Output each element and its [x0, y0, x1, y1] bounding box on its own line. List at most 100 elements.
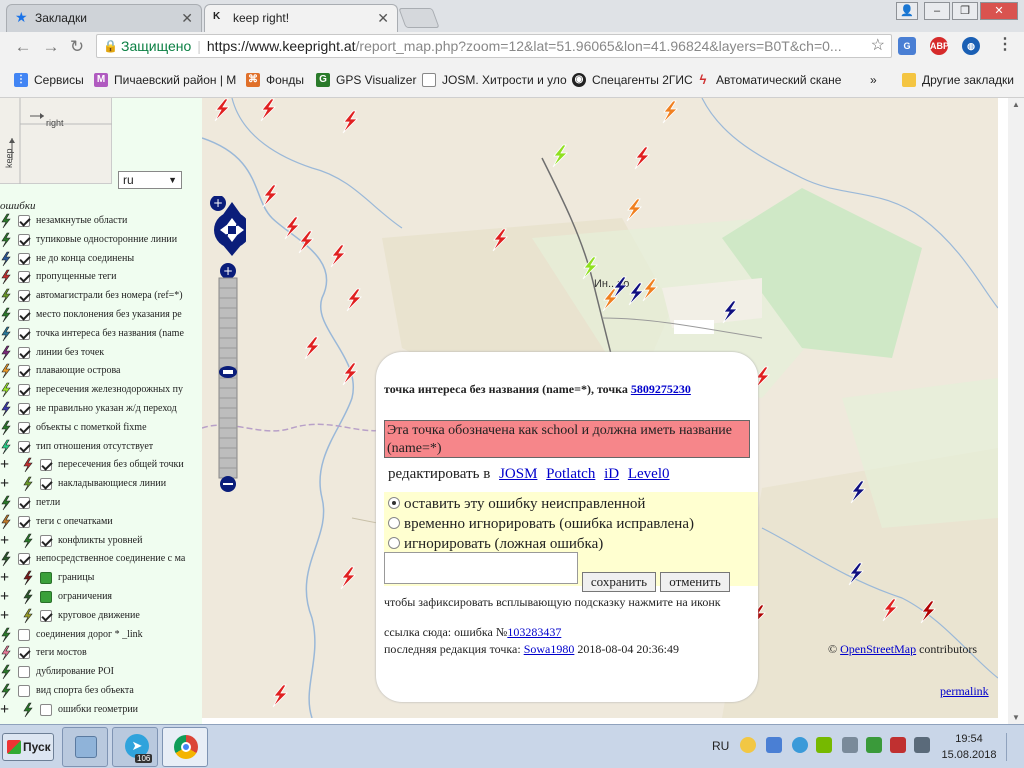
taskbar-telegram-app[interactable]: ➤ 106	[112, 727, 158, 767]
input-language-indicator[interactable]: RU	[712, 739, 729, 753]
error-type-checkbox[interactable]	[40, 534, 52, 547]
taskbar-chrome-app[interactable]	[162, 727, 208, 767]
bug-marker-icon[interactable]	[660, 100, 680, 124]
bug-marker-icon[interactable]	[580, 256, 600, 280]
bug-marker-icon[interactable]	[296, 230, 316, 254]
bug-marker-icon[interactable]	[550, 144, 570, 168]
error-type-checkbox[interactable]	[18, 403, 30, 415]
error-type-checkbox[interactable]	[18, 384, 30, 397]
bug-marker-icon[interactable]	[640, 278, 660, 302]
error-type-checkbox[interactable]	[40, 703, 52, 716]
menu-icon[interactable]: ⋮	[996, 37, 1014, 55]
permalink-link[interactable]: permalink	[940, 684, 989, 699]
globe-extension-icon[interactable]: ◍	[962, 37, 980, 55]
tab-bookmarks[interactable]: ★ Закладки ✕	[6, 4, 202, 32]
profile-icon[interactable]: 👤	[896, 2, 918, 20]
expand-icon[interactable]: +	[0, 607, 9, 625]
option-keep-open[interactable]: оставить эту ошибку неисправленной	[388, 494, 645, 514]
comment-textarea[interactable]	[384, 552, 578, 584]
error-type-checkbox[interactable]	[18, 553, 30, 566]
expand-icon[interactable]: +	[0, 456, 9, 474]
tray-app-icon[interactable]	[740, 737, 756, 753]
error-type-checkbox[interactable]	[18, 515, 30, 528]
error-type-checkbox[interactable]	[40, 459, 52, 472]
tray-display-icon[interactable]	[914, 737, 930, 753]
bookmark-services[interactable]: ⋮ Сервисы	[14, 70, 84, 90]
expand-icon[interactable]: +	[0, 569, 9, 587]
bug-marker-icon[interactable]	[490, 228, 510, 252]
error-type-checkbox[interactable]	[18, 666, 30, 679]
maximize-button[interactable]: ❐	[952, 2, 978, 20]
bookmark-other-folder[interactable]: Другие закладки	[902, 70, 1014, 90]
error-type-checkbox[interactable]	[40, 591, 52, 603]
error-type-checkbox[interactable]	[18, 346, 30, 359]
edit-id-link[interactable]: iD	[604, 466, 619, 482]
error-type-checkbox[interactable]	[40, 572, 52, 585]
bug-marker-icon[interactable]	[258, 98, 278, 122]
reload-icon[interactable]: ↻	[66, 37, 88, 57]
expand-icon[interactable]: +	[0, 588, 9, 606]
radio-button[interactable]	[388, 537, 400, 549]
edit-potlatch-link[interactable]: Potlatch	[546, 466, 595, 482]
bookmark-star-icon[interactable]: ☆	[871, 35, 885, 57]
close-tab-icon[interactable]: ✕	[181, 5, 193, 31]
bug-marker-icon[interactable]	[302, 336, 322, 360]
bookmarks-more-button[interactable]: »	[870, 70, 877, 90]
option-ignore-false-positive[interactable]: игнорировать (ложная ошибка)	[388, 534, 603, 554]
bug-marker-icon[interactable]	[624, 198, 644, 222]
tray-nvidia-icon[interactable]	[816, 737, 832, 753]
error-type-checkbox[interactable]	[18, 290, 30, 303]
page-scrollbar[interactable]: ▲ ▼	[1008, 98, 1024, 724]
close-window-button[interactable]: ✕	[980, 2, 1018, 20]
bookmark-josm-tricks[interactable]: JOSM. Хитрости и уло	[422, 70, 567, 90]
scroll-down-icon[interactable]: ▼	[1012, 713, 1020, 722]
language-select[interactable]: ru ▼	[118, 171, 182, 189]
error-type-checkbox[interactable]	[40, 609, 52, 622]
error-type-checkbox[interactable]	[18, 271, 30, 284]
show-desktop-button[interactable]	[1006, 733, 1022, 761]
bug-marker-icon[interactable]	[880, 598, 900, 622]
bug-marker-icon[interactable]	[338, 566, 358, 590]
bug-marker-icon[interactable]	[340, 362, 360, 386]
close-tab-icon[interactable]: ✕	[377, 5, 389, 31]
edit-level0-link[interactable]: Level0	[628, 466, 670, 482]
error-type-checkbox[interactable]	[18, 365, 30, 378]
bookmark-2gis-agents[interactable]: ◉ Спецагенты 2ГИС	[572, 70, 693, 90]
cancel-button[interactable]: отменить	[660, 572, 730, 592]
osm-link[interactable]: OpenStreetMap	[840, 642, 916, 656]
edit-josm-link[interactable]: JOSM	[499, 466, 537, 482]
bug-marker-icon[interactable]	[270, 684, 290, 708]
bug-marker-icon[interactable]	[212, 98, 232, 122]
tray-safe-remove-icon[interactable]	[866, 737, 882, 753]
bug-marker-icon[interactable]	[632, 146, 652, 170]
bug-marker-icon[interactable]	[918, 600, 938, 624]
new-tab-button[interactable]	[398, 8, 440, 28]
system-clock[interactable]: 19:54 15.08.2018	[940, 731, 998, 763]
error-type-checkbox[interactable]	[18, 440, 30, 453]
start-button[interactable]: Пуск	[2, 733, 54, 761]
tray-network-icon[interactable]	[766, 737, 782, 753]
error-type-checkbox[interactable]	[18, 685, 30, 697]
address-bar[interactable]: 🔒 Защищено | https://www.keepright.at/repo…	[96, 34, 892, 58]
tray-volume-icon[interactable]	[842, 737, 858, 753]
error-type-checkbox[interactable]	[18, 252, 30, 265]
error-type-checkbox[interactable]	[18, 628, 30, 641]
expand-icon[interactable]: +	[0, 475, 9, 493]
bug-marker-icon[interactable]	[846, 562, 866, 586]
bug-marker-icon[interactable]	[340, 110, 360, 134]
bug-marker-icon[interactable]	[260, 184, 280, 208]
radio-button[interactable]	[388, 497, 400, 509]
node-link[interactable]: 5809275230	[631, 382, 691, 396]
minimize-button[interactable]: –	[924, 2, 950, 20]
tray-security-icon[interactable]	[890, 737, 906, 753]
bookmark-funds[interactable]: ⌘ Фонды	[246, 70, 304, 90]
bug-marker-icon[interactable]	[344, 288, 364, 312]
tab-keepright[interactable]: K keep right! ✕	[204, 4, 398, 32]
error-type-checkbox[interactable]	[18, 647, 30, 660]
bug-marker-icon[interactable]	[720, 300, 740, 324]
bug-marker-icon[interactable]	[600, 288, 620, 312]
error-id-link[interactable]: 103283437	[507, 625, 561, 639]
bookmark-auto-scanner[interactable]: ϟ Автоматический скане	[696, 70, 842, 90]
bookmark-gps-visualizer[interactable]: G GPS Visualizer	[316, 70, 416, 90]
error-type-checkbox[interactable]	[18, 233, 30, 246]
